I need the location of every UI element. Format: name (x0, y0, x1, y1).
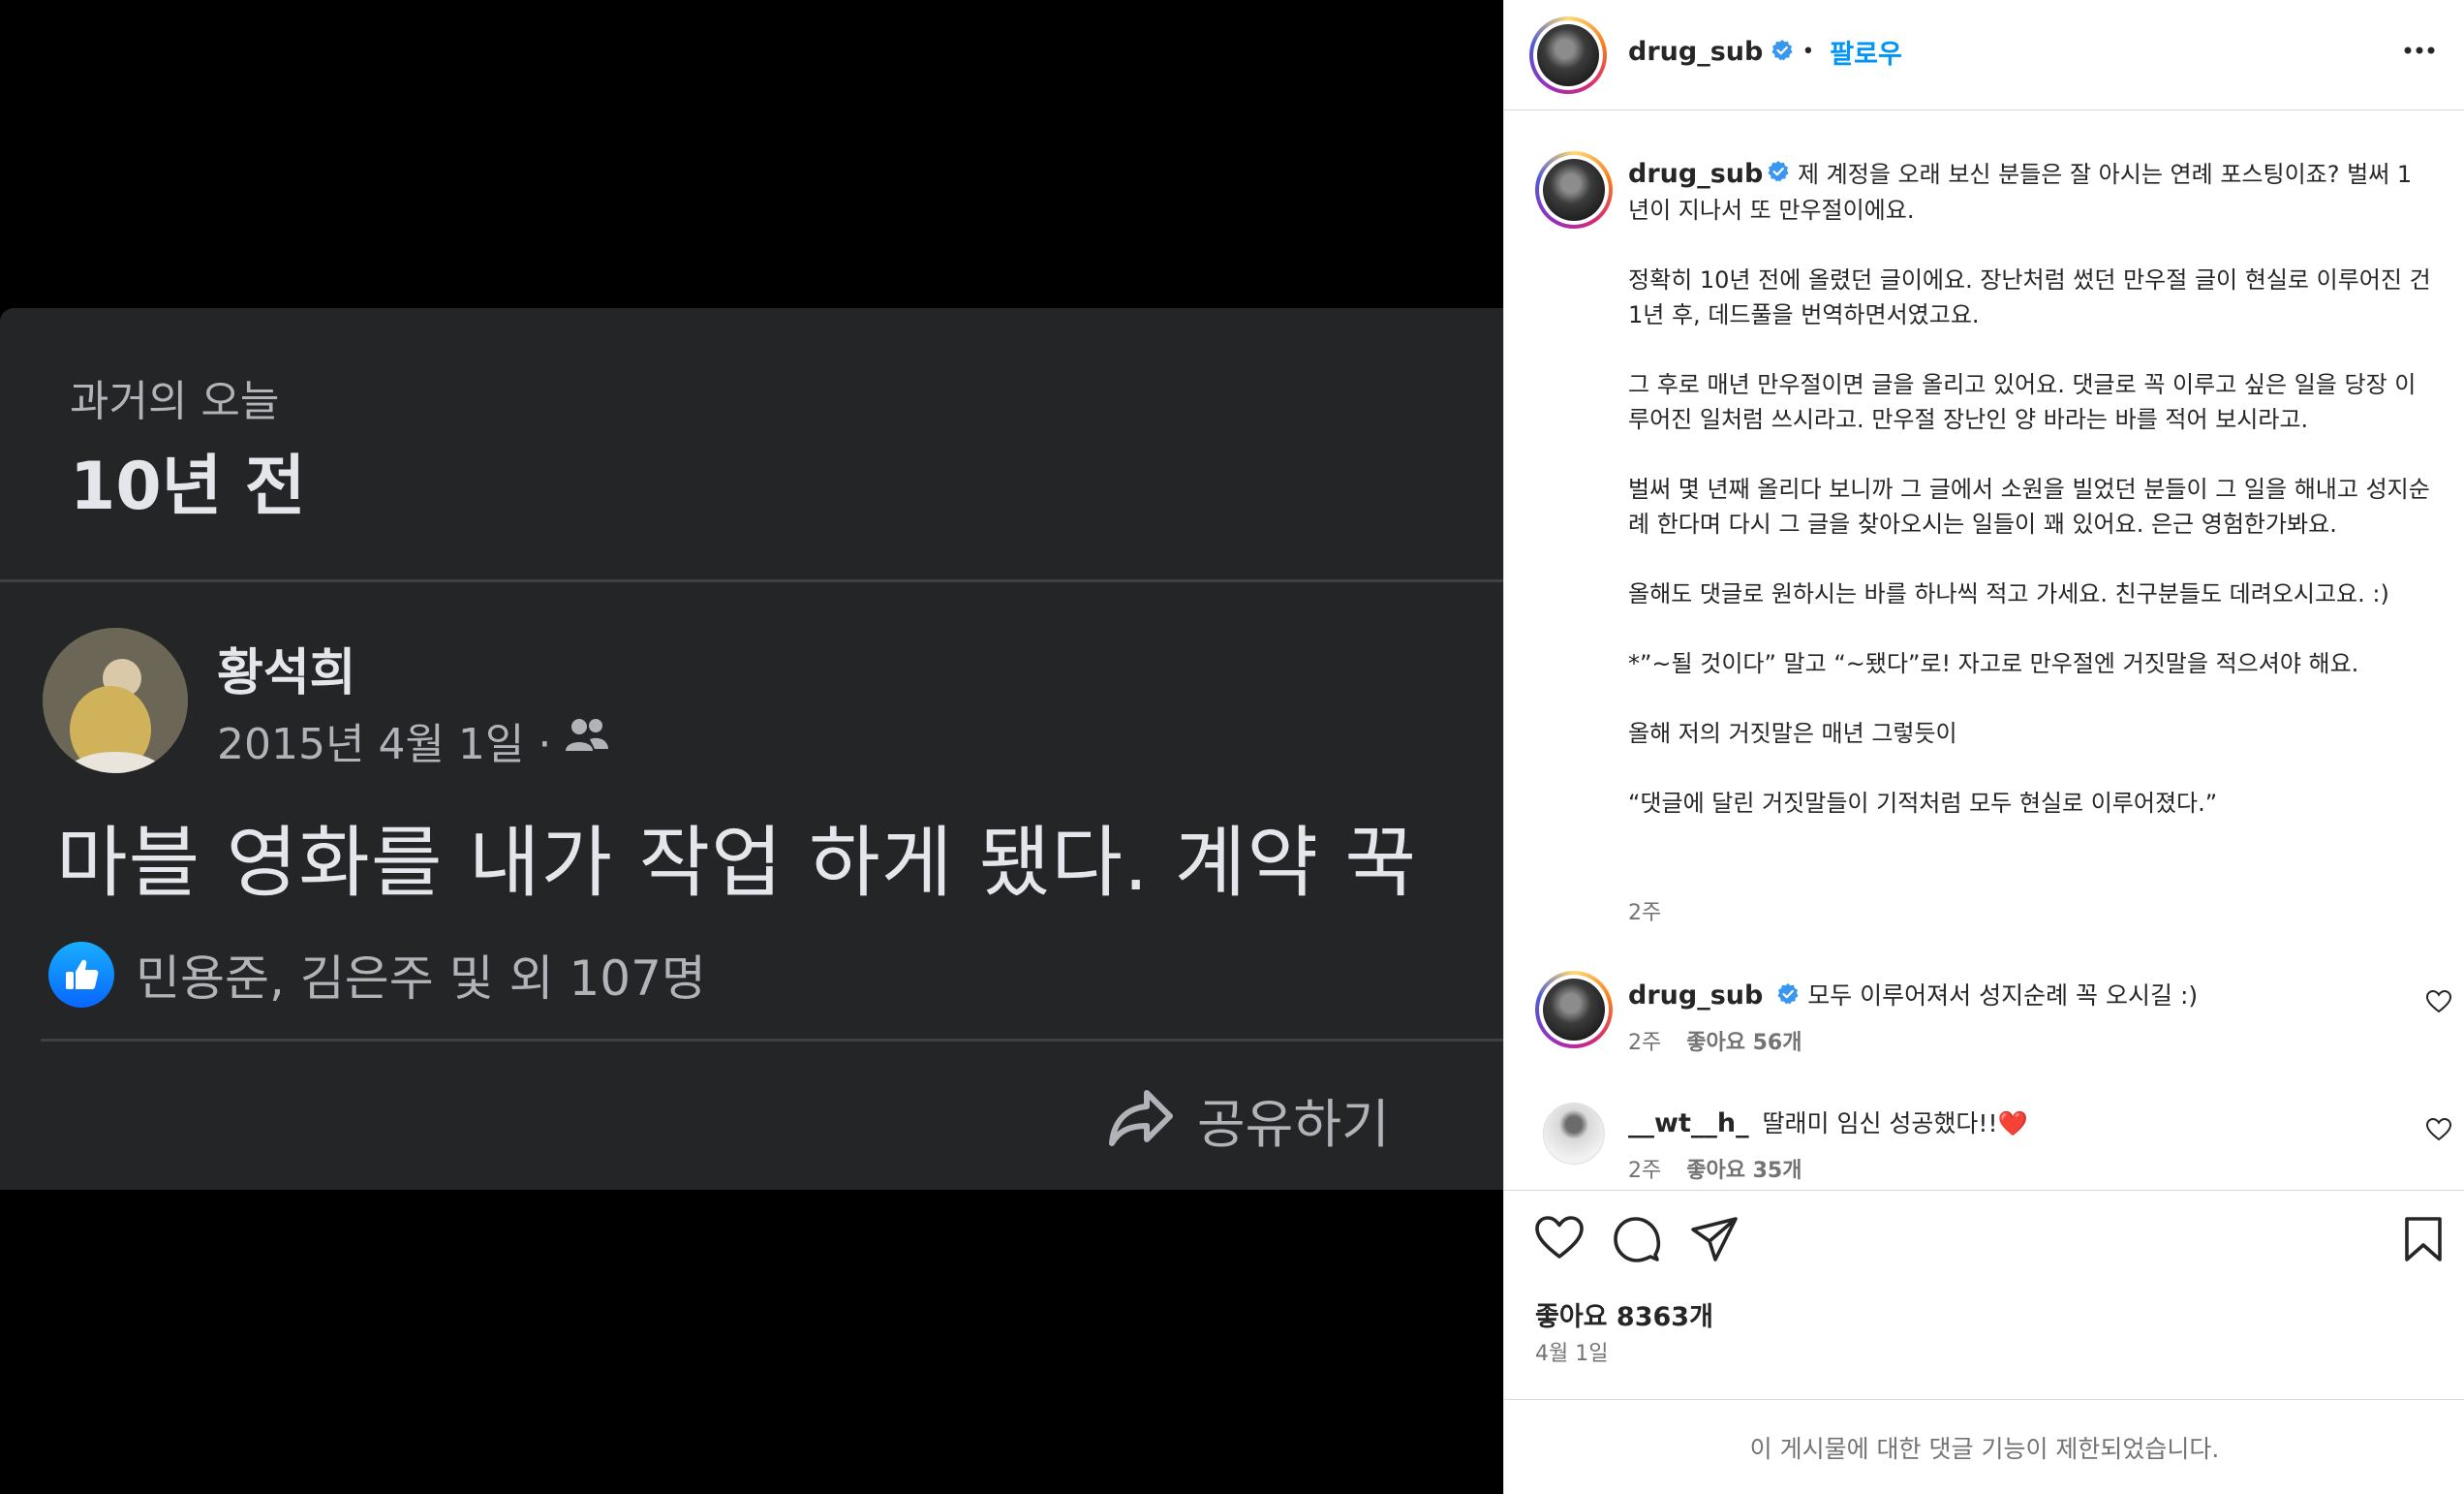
post-meta: 2015년 4월 1일 · (217, 709, 609, 771)
comment-avatar[interactable] (1543, 1103, 1605, 1165)
years-ago-title: 10년 전 (70, 449, 306, 525)
post-date[interactable]: 4월 1일 (1535, 1336, 1608, 1367)
username-link[interactable]: drug_sub (1628, 37, 1763, 67)
author-avatar (43, 628, 188, 773)
heart-icon[interactable] (2425, 1117, 2452, 1145)
comment-meta: 2주 좋아요 56개 (1628, 1025, 1802, 1056)
comment-icon[interactable] (1613, 1216, 1661, 1268)
verified-icon (1776, 982, 1800, 1012)
caption-avatar[interactable] (1535, 151, 1613, 229)
separator-dot: • (1802, 40, 1815, 64)
comment-text: 모두 이루어져서 성지순례 꼭 오시길 :) (1807, 981, 2199, 1010)
divider (0, 579, 1503, 582)
action-icons (1535, 1216, 1739, 1268)
comment-body: drug_sub 모두 이루어져서 성지순례 꼭 오시길 :) (1628, 977, 2198, 1012)
memory-label: 과거의 오늘 (70, 377, 280, 426)
comment-likes[interactable]: 좋아요 35개 (1686, 1153, 1802, 1184)
comment-username[interactable]: __wt__h_ (1628, 1108, 1749, 1138)
comment-time[interactable]: 2주 (1628, 1025, 1661, 1056)
profile-avatar[interactable] (1529, 16, 1607, 94)
comments-restricted-notice: 이 게시물에 대한 댓글 기능이 제한되었습니다. (1504, 1399, 2464, 1494)
divider (41, 1039, 1503, 1042)
post-header: drug_sub • 팔로우 (1504, 0, 2464, 110)
send-icon[interactable] (1690, 1216, 1739, 1268)
reactions-text: 민용준, 김은주 및 외 107명 (136, 950, 706, 1007)
comment-body: __wt__h_ 딸래미 임신 성공했다!!❤️ (1628, 1105, 2028, 1139)
caption-text: 제 계정을 오래 보신 분들은 잘 아시는 연례 포스팅이죠? 벌써 1년이 지… (1628, 161, 2431, 817)
comment-meta: 2주 좋아요 35개 (1628, 1153, 1802, 1184)
caption-time[interactable]: 2주 (1628, 895, 1661, 926)
post-sidebar: drug_sub • 팔로우 drug_sub 제 계정을 오래 보신 분들은 … (1503, 0, 2464, 1494)
heart-icon[interactable] (2425, 989, 2452, 1017)
heart-icon[interactable] (1535, 1216, 1584, 1268)
caption-body: drug_sub 제 계정을 오래 보신 분들은 잘 아시는 연례 포스팅이죠?… (1628, 157, 2432, 821)
post-media[interactable]: 과거의 오늘 10년 전 황석희 2015년 4월 1일 · 마블 영화를 내가… (0, 0, 1503, 1494)
comment-likes[interactable]: 좋아요 56개 (1686, 1025, 1802, 1056)
share-arrow-icon (1108, 1087, 1176, 1153)
comment-avatar[interactable] (1535, 971, 1613, 1048)
post-actions: 좋아요 8363개 4월 1일 (1504, 1190, 2464, 1366)
share-label: 공유하기 (1197, 1094, 1390, 1155)
verified-icon (1767, 158, 1790, 193)
post-text: 마블 영화를 내가 작업 하게 됐다. 계약 꾹 (56, 818, 1418, 908)
share-button: 공유하기 (1108, 1081, 1390, 1158)
comment-text: 딸래미 임신 성공했다!!❤️ (1762, 1109, 2028, 1137)
bookmark-icon[interactable] (2403, 1216, 2444, 1266)
facebook-memory-screenshot: 과거의 오늘 10년 전 황석희 2015년 4월 1일 · 마블 영화를 내가… (0, 308, 1503, 1190)
header-user: drug_sub • 팔로우 (1628, 33, 1902, 71)
likes-count[interactable]: 좋아요 8363개 (1535, 1295, 1713, 1333)
post-date: 2015년 4월 1일 · (217, 720, 552, 769)
follow-button[interactable]: 팔로우 (1830, 33, 1902, 71)
verified-icon (1771, 39, 1794, 66)
author-name: 황석희 (217, 644, 356, 702)
comment-time[interactable]: 2주 (1628, 1153, 1661, 1184)
like-thumb-icon (48, 942, 114, 1008)
more-icon[interactable] (2403, 41, 2436, 59)
caption-username[interactable]: drug_sub (1628, 159, 1763, 189)
comment-username[interactable]: drug_sub (1628, 980, 1763, 1011)
comment-item: drug_sub 모두 이루어져서 성지순례 꼭 오시길 :) 2주 좋아요 5… (1535, 971, 2452, 1077)
reactions-row: 민용준, 김은주 및 외 107명 (48, 940, 706, 1010)
friends-icon (565, 716, 609, 765)
